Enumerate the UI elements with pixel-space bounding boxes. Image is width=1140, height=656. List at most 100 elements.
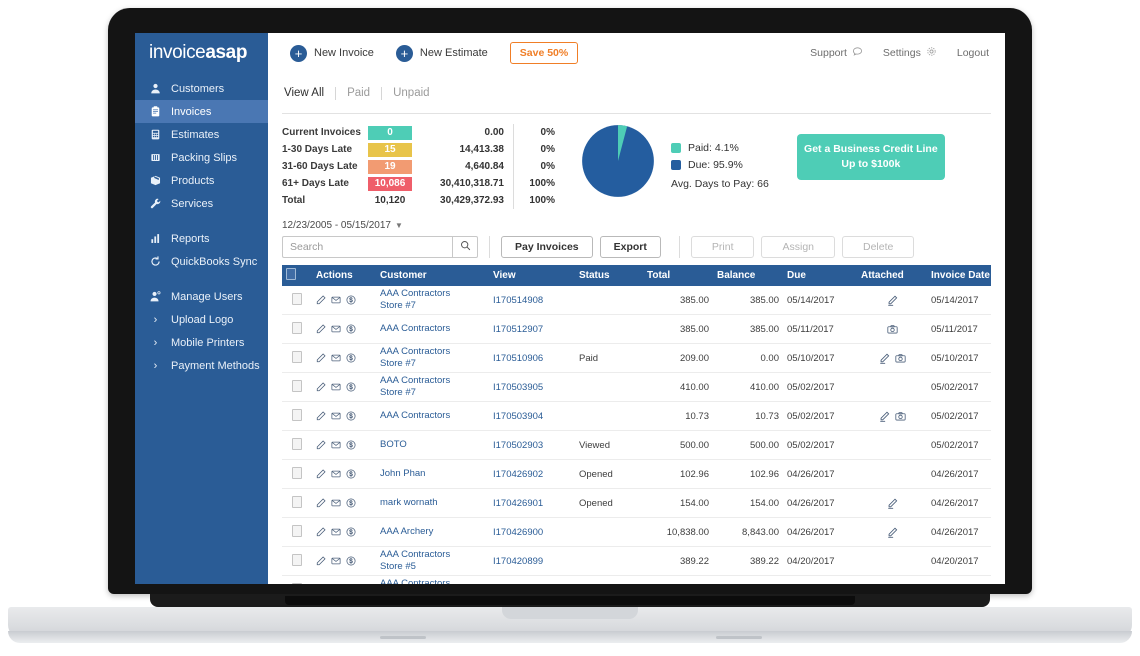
row-attached[interactable] bbox=[857, 344, 927, 373]
row-actions[interactable] bbox=[312, 489, 376, 518]
row-customer[interactable]: AAA ContractorsStore #7 bbox=[376, 344, 489, 373]
row-view-link[interactable]: I170510906 bbox=[489, 344, 575, 373]
row-customer[interactable]: AAA ContractorsStore #7 bbox=[376, 286, 489, 315]
row-customer[interactable]: AAA Contractors bbox=[376, 315, 489, 344]
table-row[interactable]: AAA ArcheryI17042690010,838.008,843.0004… bbox=[282, 518, 991, 547]
sidebar-item-quickbooks-sync[interactable]: QuickBooks Sync bbox=[135, 250, 268, 273]
sidebar-item-upload-logo[interactable]: › Upload Logo bbox=[135, 308, 268, 331]
row-attached[interactable] bbox=[857, 286, 927, 315]
row-attached[interactable] bbox=[857, 315, 927, 344]
row-checkbox[interactable] bbox=[292, 554, 302, 566]
table-row[interactable]: AAA ContractorsI17050390410.7310.7305/02… bbox=[282, 402, 991, 431]
row-view-link[interactable]: I170503904 bbox=[489, 402, 575, 431]
row-select-cell[interactable] bbox=[282, 373, 312, 402]
date-range-selector[interactable]: 12/23/2005 - 05/15/2017 ▼ bbox=[282, 220, 991, 231]
select-all-header[interactable] bbox=[282, 265, 312, 286]
row-view-link[interactable]: I170503905 bbox=[489, 373, 575, 402]
select-all-checkbox[interactable] bbox=[286, 268, 296, 280]
new-estimate-button[interactable]: + New Estimate bbox=[396, 45, 488, 62]
row-actions[interactable] bbox=[312, 518, 376, 547]
row-select-cell[interactable] bbox=[282, 431, 312, 460]
row-select-cell[interactable] bbox=[282, 402, 312, 431]
app-logo[interactable]: invoiceasap bbox=[135, 33, 268, 73]
row-view-link[interactable]: I170426902 bbox=[489, 460, 575, 489]
table-row[interactable]: AAA ContractorsStore #7I170420898Viewed4… bbox=[282, 576, 991, 585]
logout-link[interactable]: Logout bbox=[957, 47, 989, 59]
row-customer[interactable]: AAA ContractorsStore #7 bbox=[376, 373, 489, 402]
search-input[interactable] bbox=[282, 236, 452, 258]
new-invoice-button[interactable]: + New Invoice bbox=[290, 45, 374, 62]
export-button[interactable]: Export bbox=[600, 236, 661, 258]
row-view-link[interactable]: I170512907 bbox=[489, 315, 575, 344]
row-checkbox[interactable] bbox=[292, 438, 302, 450]
row-select-cell[interactable] bbox=[282, 315, 312, 344]
row-attached[interactable] bbox=[857, 373, 927, 402]
row-view-link[interactable]: I170420899 bbox=[489, 547, 575, 576]
table-row[interactable]: mark wornathI170426901Opened154.00154.00… bbox=[282, 489, 991, 518]
sidebar-item-reports[interactable]: Reports bbox=[135, 227, 268, 250]
row-checkbox[interactable] bbox=[292, 496, 302, 508]
tab-view-all[interactable]: View All bbox=[282, 87, 335, 99]
sidebar-item-products[interactable]: Products bbox=[135, 169, 268, 192]
business-credit-line-cta[interactable]: Get a Business Credit Line Up to $100k bbox=[797, 134, 945, 180]
row-select-cell[interactable] bbox=[282, 460, 312, 489]
row-actions[interactable] bbox=[312, 286, 376, 315]
sidebar-item-payment-methods[interactable]: › Payment Methods bbox=[135, 354, 268, 377]
row-attached[interactable] bbox=[857, 518, 927, 547]
table-row[interactable]: AAA ContractorsStore #7I170514908385.003… bbox=[282, 286, 991, 315]
pay-invoices-button[interactable]: Pay Invoices bbox=[501, 236, 593, 258]
save-50-percent-badge[interactable]: Save 50% bbox=[510, 42, 578, 64]
row-customer[interactable]: AAA Contractors bbox=[376, 402, 489, 431]
sidebar-item-manage-users[interactable]: Manage Users bbox=[135, 285, 268, 308]
row-checkbox[interactable] bbox=[292, 293, 302, 305]
row-attached[interactable] bbox=[857, 402, 927, 431]
row-customer[interactable]: BOTO bbox=[376, 431, 489, 460]
table-row[interactable]: BOTOI170502903Viewed500.00500.0005/02/20… bbox=[282, 431, 991, 460]
row-actions[interactable] bbox=[312, 402, 376, 431]
row-view-link[interactable]: I170426900 bbox=[489, 518, 575, 547]
row-view-link[interactable]: I170420898 bbox=[489, 576, 575, 585]
sidebar-item-packing-slips[interactable]: Packing Slips bbox=[135, 146, 268, 169]
row-select-cell[interactable] bbox=[282, 489, 312, 518]
row-view-link[interactable]: I170514908 bbox=[489, 286, 575, 315]
row-view-link[interactable]: I170502903 bbox=[489, 431, 575, 460]
table-row[interactable]: AAA ContractorsI170512907385.00385.0005/… bbox=[282, 315, 991, 344]
sidebar-item-services[interactable]: Services bbox=[135, 192, 268, 215]
row-checkbox[interactable] bbox=[292, 467, 302, 479]
sidebar-item-invoices[interactable]: Invoices bbox=[135, 100, 268, 123]
row-attached[interactable] bbox=[857, 489, 927, 518]
sidebar-item-customers[interactable]: Customers bbox=[135, 77, 268, 100]
row-actions[interactable] bbox=[312, 431, 376, 460]
table-row[interactable]: AAA ContractorsStore #7I170503905410.004… bbox=[282, 373, 991, 402]
row-actions[interactable] bbox=[312, 547, 376, 576]
table-row[interactable]: John PhanI170426902Opened102.96102.9604/… bbox=[282, 460, 991, 489]
row-select-cell[interactable] bbox=[282, 344, 312, 373]
row-actions[interactable] bbox=[312, 315, 376, 344]
row-customer[interactable]: AAA ContractorsStore #5 bbox=[376, 547, 489, 576]
tab-paid[interactable]: Paid bbox=[336, 87, 381, 99]
row-checkbox[interactable] bbox=[292, 322, 302, 334]
support-link[interactable]: Support bbox=[810, 46, 863, 60]
row-attached[interactable] bbox=[857, 547, 927, 576]
row-checkbox[interactable] bbox=[292, 583, 302, 585]
table-row[interactable]: AAA ContractorsStore #5I170420899389.223… bbox=[282, 547, 991, 576]
row-actions[interactable] bbox=[312, 460, 376, 489]
row-customer[interactable]: AAA ContractorsStore #7 bbox=[376, 576, 489, 585]
row-attached[interactable] bbox=[857, 431, 927, 460]
search-button[interactable] bbox=[452, 236, 478, 258]
row-checkbox[interactable] bbox=[292, 351, 302, 363]
sidebar-item-estimates[interactable]: Estimates bbox=[135, 123, 268, 146]
row-attached[interactable] bbox=[857, 460, 927, 489]
row-view-link[interactable]: I170426901 bbox=[489, 489, 575, 518]
row-actions[interactable] bbox=[312, 344, 376, 373]
table-row[interactable]: AAA ContractorsStore #7I170510906Paid209… bbox=[282, 344, 991, 373]
settings-link[interactable]: Settings bbox=[883, 46, 937, 60]
row-checkbox[interactable] bbox=[292, 380, 302, 392]
tab-unpaid[interactable]: Unpaid bbox=[382, 87, 440, 99]
row-select-cell[interactable] bbox=[282, 547, 312, 576]
row-customer[interactable]: mark wornath bbox=[376, 489, 489, 518]
row-select-cell[interactable] bbox=[282, 518, 312, 547]
row-customer[interactable]: John Phan bbox=[376, 460, 489, 489]
row-select-cell[interactable] bbox=[282, 286, 312, 315]
row-actions[interactable] bbox=[312, 576, 376, 585]
